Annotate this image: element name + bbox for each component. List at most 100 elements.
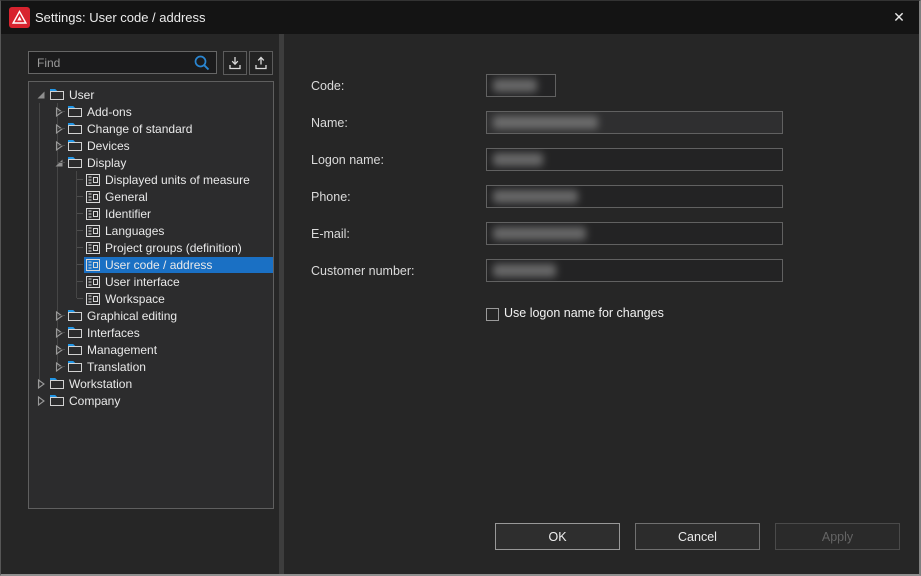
settings-dialog: Settings: User code / address ✕: [0, 0, 921, 576]
tree-item-row[interactable]: Company: [48, 393, 273, 409]
tree-connector-line: [58, 128, 65, 129]
tree-item[interactable]: Displayed units of measure: [29, 171, 273, 188]
tree-item-row[interactable]: User interface: [84, 274, 273, 290]
tree-item[interactable]: User code / address: [29, 256, 273, 273]
field-label: Code:: [311, 79, 344, 93]
export-icon: [254, 56, 268, 70]
tree-item-row[interactable]: User: [48, 87, 273, 103]
text-input[interactable]: [486, 185, 783, 208]
text-input[interactable]: [486, 259, 783, 282]
tree-item[interactable]: Identifier: [29, 205, 273, 222]
tree-item-row[interactable]: Management: [66, 342, 273, 358]
tree-item-row[interactable]: Project groups (definition): [84, 240, 273, 256]
tree-item-label: Identifier: [101, 207, 155, 221]
close-icon[interactable]: ✕: [887, 7, 911, 28]
tree-item-label: Displayed units of measure: [101, 173, 254, 187]
tree-item[interactable]: Workstation: [29, 375, 273, 392]
tree-connector-line: [58, 349, 65, 350]
expander-icon[interactable]: [34, 88, 48, 102]
settings-page-icon: [86, 174, 100, 186]
settings-page-icon: [86, 259, 100, 271]
tree-item-row[interactable]: Translation: [66, 359, 273, 375]
text-input[interactable]: [486, 148, 783, 171]
tree-item[interactable]: User interface: [29, 273, 273, 290]
tree-item-row[interactable]: Workspace: [84, 291, 273, 307]
tree-item-row[interactable]: Workstation: [48, 376, 273, 392]
tree-item[interactable]: Translation: [29, 358, 273, 375]
tree-item-label: Project groups (definition): [101, 241, 246, 255]
tree-item[interactable]: Workspace: [29, 290, 273, 307]
tree-item[interactable]: Display: [29, 154, 273, 171]
field-label: Phone:: [311, 190, 351, 204]
settings-page-icon: [86, 242, 100, 254]
tree-item-label: Languages: [101, 224, 168, 238]
folder-icon: [49, 394, 65, 407]
tree-item[interactable]: Project groups (definition): [29, 239, 273, 256]
settings-page-icon: [86, 276, 100, 288]
settings-tree: User Add-ons: [28, 81, 274, 509]
tree-item-row[interactable]: User code / address: [84, 257, 273, 273]
tree-item[interactable]: Add-ons: [29, 103, 273, 120]
ok-button[interactable]: OK: [495, 523, 620, 550]
tree-item-row[interactable]: General: [84, 189, 273, 205]
tree-item[interactable]: User: [29, 86, 273, 103]
tree-connector-line: [77, 264, 83, 265]
redacted-value: [493, 264, 556, 277]
tree-item-row[interactable]: Graphical editing: [66, 308, 273, 324]
folder-icon: [67, 343, 83, 356]
redacted-value: [493, 153, 543, 166]
tree-item-label: Devices: [83, 139, 134, 153]
tree-item[interactable]: Languages: [29, 222, 273, 239]
tree-item[interactable]: Graphical editing: [29, 307, 273, 324]
tree-connector-line: [77, 213, 83, 214]
cancel-button[interactable]: Cancel: [635, 523, 760, 550]
field-label: Customer number:: [311, 264, 415, 278]
tree-connector-line: [77, 230, 83, 231]
export-settings-button[interactable]: [249, 51, 273, 75]
apply-button[interactable]: Apply: [775, 523, 900, 550]
tree-connector-line: [58, 332, 65, 333]
tree-item-row[interactable]: Add-ons: [66, 104, 273, 120]
tree-item-label: Interfaces: [83, 326, 144, 340]
tree-item[interactable]: General: [29, 188, 273, 205]
tree-item[interactable]: Company: [29, 392, 273, 409]
folder-icon: [67, 156, 83, 169]
expander-icon[interactable]: [34, 394, 48, 408]
tree-connector-line: [58, 111, 65, 112]
tree-connector-line: [58, 162, 65, 163]
tree-connector-line: [77, 281, 83, 282]
text-input[interactable]: [486, 74, 556, 97]
tree-item-row[interactable]: Interfaces: [66, 325, 273, 341]
tree-item-row[interactable]: Identifier: [84, 206, 273, 222]
text-input[interactable]: [486, 111, 783, 134]
field-label: E-mail:: [311, 227, 350, 241]
folder-icon: [67, 360, 83, 373]
text-input[interactable]: [486, 222, 783, 245]
use-logon-name-checkbox[interactable]: [486, 308, 499, 321]
tree-item-label: General: [101, 190, 152, 204]
redacted-value: [493, 190, 578, 203]
tree-connector-line: [58, 145, 65, 146]
tree-connector-line: [58, 315, 65, 316]
tree-item-row[interactable]: Display: [66, 155, 273, 171]
tree-item-row[interactable]: Languages: [84, 223, 273, 239]
tree-item-row[interactable]: Change of standard: [66, 121, 273, 137]
tree-item[interactable]: Interfaces: [29, 324, 273, 341]
tree-item-label: Add-ons: [83, 105, 136, 119]
tree-item[interactable]: Change of standard: [29, 120, 273, 137]
tree-item-row[interactable]: Devices: [66, 138, 273, 154]
expander-icon[interactable]: [34, 377, 48, 391]
tree-item[interactable]: Management: [29, 341, 273, 358]
import-settings-button[interactable]: [223, 51, 247, 75]
settings-page-icon: [86, 225, 100, 237]
tree-item-label: Display: [83, 156, 130, 170]
tree-item[interactable]: Devices: [29, 137, 273, 154]
folder-icon: [67, 326, 83, 339]
search-input[interactable]: [28, 51, 217, 74]
tree-item-label: User code / address: [101, 258, 216, 272]
tree-item-label: User interface: [101, 275, 184, 289]
tree-item-label: Company: [65, 394, 124, 408]
panel-splitter[interactable]: [279, 34, 284, 575]
tree-item-row[interactable]: Displayed units of measure: [84, 172, 273, 188]
folder-icon: [67, 309, 83, 322]
